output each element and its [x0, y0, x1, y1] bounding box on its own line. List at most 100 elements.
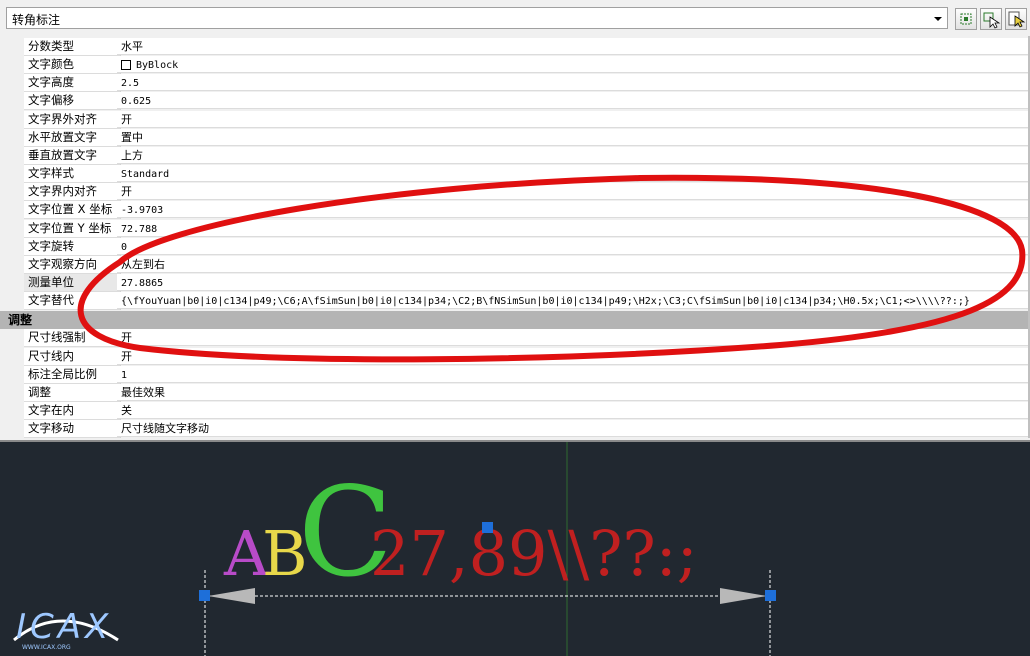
- property-value[interactable]: {\fYouYuan|b0|i0|c134|p49;\C6;A\fSimSun|…: [117, 292, 1028, 310]
- property-value-text: 最佳效果: [121, 385, 165, 399]
- property-value-text: {\fYouYuan|b0|i0|c134|p49;\C6;A\fSimSun|…: [121, 296, 970, 308]
- arrowhead-left: [208, 588, 255, 604]
- property-value-text: 置中: [121, 130, 143, 144]
- property-value-text: 开: [121, 112, 132, 126]
- property-row[interactable]: 调整 最佳效果: [24, 383, 1028, 402]
- property-value[interactable]: 0.625: [117, 92, 1028, 110]
- property-value-text: 72.788: [121, 223, 158, 235]
- property-value[interactable]: 1: [117, 365, 1028, 383]
- property-value-text: 开: [121, 185, 132, 199]
- property-row[interactable]: 文字位置 X 坐标 -3.9703: [24, 201, 1028, 220]
- property-value-text: 上方: [121, 148, 143, 162]
- property-value-text: 关: [121, 404, 132, 417]
- property-name: 测量单位: [24, 273, 121, 292]
- color-swatch-icon: [121, 60, 131, 71]
- select-objects-icon: [983, 12, 1001, 29]
- object-type-toolbar: 转角标注: [0, 0, 1030, 36]
- property-value-text: 从左到右: [121, 257, 165, 271]
- property-value-text: 0: [121, 241, 128, 253]
- grip-right[interactable]: [765, 590, 776, 601]
- grid-gutter: [0, 36, 24, 438]
- property-value[interactable]: 水平: [117, 38, 1028, 55]
- property-name: 文字界外对齐: [24, 110, 121, 129]
- property-row[interactable]: 文字颜色 ByBlock: [24, 56, 1028, 75]
- property-name: 文字观察方向: [24, 255, 121, 274]
- property-value[interactable]: 72.788: [117, 219, 1028, 237]
- property-row[interactable]: 文字旋转 0: [24, 237, 1028, 256]
- property-row[interactable]: 文字样式 Standard: [24, 165, 1028, 184]
- property-value[interactable]: 最佳效果: [117, 383, 1028, 401]
- property-row[interactable]: 尺寸线内开: [24, 347, 1028, 366]
- property-name: 文字旋转: [24, 237, 121, 256]
- logo-text: ICAX: [16, 607, 112, 647]
- property-row[interactable]: 文字移动 尺寸线随文字移动: [24, 420, 1028, 439]
- chevron-down-icon[interactable]: [931, 10, 945, 26]
- property-row[interactable]: 文字高度 2.5: [24, 74, 1028, 93]
- quick-select-button[interactable]: [955, 8, 977, 30]
- logo-url: WWW.ICAX.ORG: [22, 644, 71, 651]
- property-value[interactable]: 上方: [117, 146, 1028, 164]
- property-value[interactable]: 27.8865: [117, 273, 1028, 291]
- property-value-text: 27.8865: [121, 277, 164, 289]
- property-value[interactable]: 关: [117, 402, 1028, 419]
- property-value[interactable]: 开: [117, 347, 1028, 365]
- property-value[interactable]: 置中: [117, 128, 1028, 146]
- property-value-text: 2.5: [121, 78, 140, 90]
- property-value[interactable]: 开: [117, 329, 1028, 347]
- property-value-text: 开: [121, 349, 132, 363]
- property-row[interactable]: 文字偏移 0.625: [24, 92, 1028, 111]
- property-name: 尺寸线内: [24, 347, 121, 366]
- property-value[interactable]: Standard: [117, 165, 1028, 183]
- drawing-canvas[interactable]: A B C 27,89\\??:; ICAX WWW.ICAX.ORG: [0, 442, 1030, 656]
- property-name: 文字样式: [24, 165, 121, 184]
- property-name: 垂直放置文字: [24, 146, 121, 165]
- property-name: 文字位置 X 坐标: [24, 201, 121, 220]
- property-name: 文字颜色: [24, 56, 121, 75]
- grip-left[interactable]: [199, 590, 210, 601]
- property-name: 文字位置 Y 坐标: [24, 219, 121, 238]
- property-name: 文字偏移: [24, 92, 121, 111]
- property-row[interactable]: 文字替代 {\fYouYuan|b0|i0|c134|p49;\C6;A\fSim…: [24, 292, 1028, 311]
- section-header-adjust[interactable]: 调整: [0, 311, 1028, 330]
- property-value[interactable]: 从左到右: [117, 255, 1028, 273]
- property-row[interactable]: 水平放置文字 置中: [24, 128, 1028, 147]
- property-name: 调整: [24, 383, 121, 402]
- property-row[interactable]: 文字在内关: [24, 402, 1028, 420]
- property-name: 水平放置文字: [24, 128, 121, 147]
- property-row[interactable]: 测量单位 27.8865: [24, 273, 1028, 292]
- property-name: 分数类型: [24, 38, 121, 56]
- property-row[interactable]: 文字位置 Y 坐标 72.788: [24, 219, 1028, 238]
- property-value[interactable]: 2.5: [117, 74, 1028, 92]
- property-value-text: Standard: [121, 169, 170, 181]
- property-value[interactable]: 0: [117, 237, 1028, 255]
- property-value-text: -3.9703: [121, 205, 164, 217]
- icax-logo: ICAX WWW.ICAX.ORG: [13, 607, 119, 651]
- property-value-text: 开: [121, 331, 132, 345]
- property-row[interactable]: 标注全局比例 1: [24, 365, 1028, 384]
- property-value[interactable]: ByBlock: [117, 56, 1028, 74]
- property-value-text: 1: [121, 369, 128, 381]
- select-objects-button[interactable]: [980, 8, 1002, 30]
- property-row[interactable]: 尺寸线强制开: [24, 329, 1028, 348]
- property-name: 文字移动: [24, 420, 121, 439]
- property-name: 文字界内对齐: [24, 183, 121, 202]
- property-row[interactable]: 文字界外对齐开: [24, 110, 1028, 129]
- arrowhead-right: [720, 588, 767, 604]
- toggle-pickadd-button[interactable]: [1005, 8, 1027, 30]
- property-row[interactable]: 文字界内对齐开: [24, 183, 1028, 202]
- property-value[interactable]: -3.9703: [117, 201, 1028, 219]
- object-type-dropdown[interactable]: 转角标注: [6, 7, 948, 29]
- property-row[interactable]: 分数类型 水平: [24, 38, 1028, 56]
- property-name: 标注全局比例: [24, 365, 121, 384]
- property-row[interactable]: 垂直放置文字 上方: [24, 146, 1028, 165]
- property-value[interactable]: 开: [117, 183, 1028, 201]
- drawing-viewport[interactable]: A B C 27,89\\??:; ICAX WWW.ICAX.ORG: [0, 440, 1030, 656]
- toggle-pickadd-icon: [1008, 11, 1026, 28]
- dim-text-value: 27,89\\??:;: [370, 517, 698, 590]
- property-row[interactable]: 文字观察方向 从左到右: [24, 255, 1028, 274]
- property-value[interactable]: 尺寸线随文字移动: [117, 420, 1028, 438]
- property-value[interactable]: 开: [117, 110, 1028, 128]
- quick-select-icon: [960, 13, 972, 25]
- property-name: 尺寸线强制: [24, 329, 121, 348]
- grip-text[interactable]: [482, 522, 493, 533]
